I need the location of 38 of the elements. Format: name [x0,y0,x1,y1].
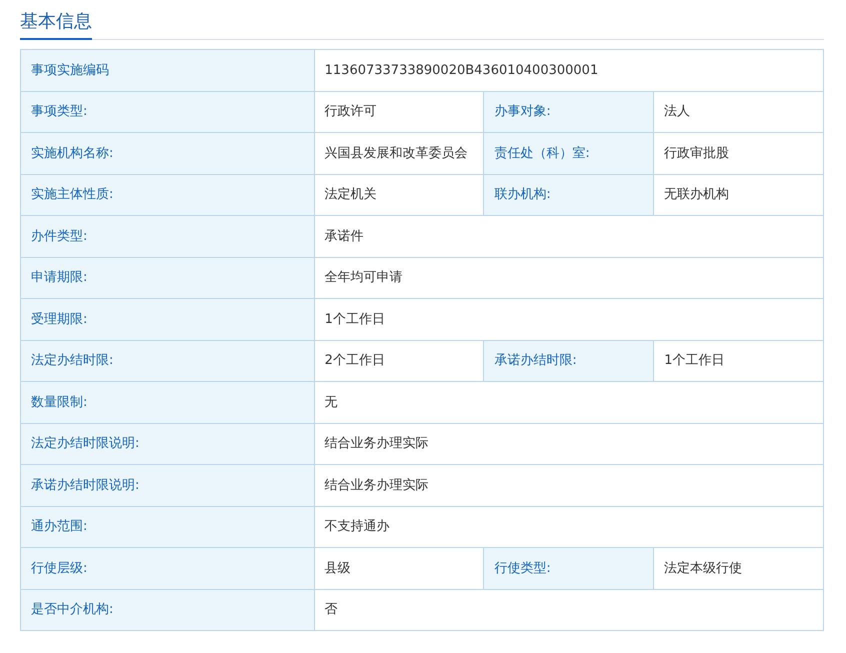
field-label: 事项实施编码 [20,50,314,91]
field-label: 行使层级: [20,548,314,589]
field-label: 数量限制: [20,382,314,423]
field-label: 法定办结时限说明: [20,423,314,464]
field-label: 事项类型: [20,91,314,132]
field-value: 否 [314,589,824,630]
field-label: 办事对象: [484,91,654,132]
field-label: 申请期限: [20,257,314,298]
field-label: 承诺办结时限说明: [20,464,314,506]
field-label: 责任处（科）室: [484,132,654,174]
field-value: 兴国县发展和改革委员会 [314,132,484,174]
field-value: 2个工作日 [314,340,484,382]
field-value: 1个工作日 [314,298,824,340]
field-value: 无联办机构 [654,174,824,216]
field-value: 法定机关 [314,174,484,216]
field-value: 县级 [314,548,484,589]
field-value: 法定本级行使 [654,548,824,589]
field-label: 通办范围: [20,506,314,548]
field-value: 法人 [654,91,824,132]
field-value: 结合业务办理实际 [314,464,824,506]
field-label: 实施机构名称: [20,132,314,174]
field-value: 全年均可申请 [314,257,824,298]
field-value: 承诺件 [314,216,824,257]
field-label: 联办机构: [484,174,654,216]
field-value: 行政许可 [314,91,484,132]
field-label: 法定办结时限: [20,340,314,382]
field-value: 1个工作日 [654,340,824,382]
field-label: 是否中介机构: [20,589,314,630]
field-value: 行政审批股 [654,132,824,174]
field-label: 行使类型: [484,548,654,589]
field-value: 结合业务办理实际 [314,423,824,464]
field-label: 实施主体性质: [20,174,314,216]
field-label: 受理期限: [20,298,314,340]
field-label: 办件类型: [20,216,314,257]
section-title: 基本信息 [20,8,92,40]
field-value: 11360733733890020B436010400300001 [314,50,824,91]
field-value: 无 [314,382,824,423]
field-label: 承诺办结时限: [484,340,654,382]
